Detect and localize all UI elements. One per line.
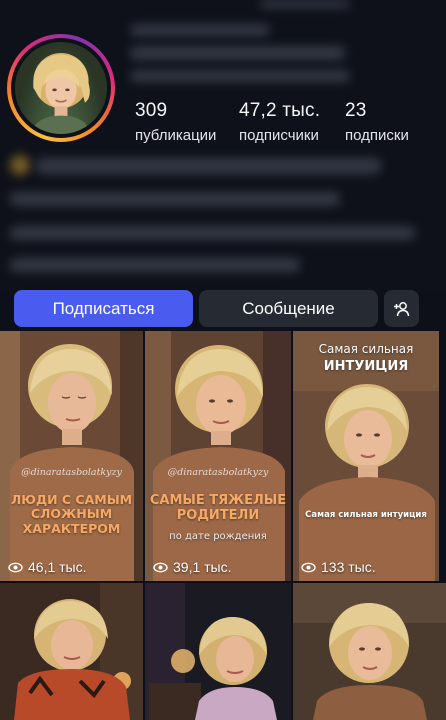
post-thumbnail: [0, 583, 143, 720]
follow-label: Подписаться: [52, 298, 155, 318]
post-caption: Самая сильная интуиция: [305, 510, 427, 520]
stat-following[interactable]: 23 подписки: [345, 100, 409, 144]
following-label: подписки: [345, 127, 409, 144]
post-tile[interactable]: Самая сильная ИНТУИЦИЯ Самая сильная инт…: [293, 331, 439, 581]
followers-label: подписчики: [239, 127, 319, 144]
post-views: 46,1 тыс.: [8, 559, 87, 575]
post-thumbnail: [145, 583, 291, 720]
post-watermark: @dinaratasbolatkyzy: [21, 467, 122, 478]
post-thumbnail: [145, 331, 291, 581]
post-top-caption: Самая сильная ИНТУИЦИЯ: [318, 342, 414, 374]
post-watermark: @dinaratasbolatkyzy: [167, 467, 269, 478]
story-ring[interactable]: [7, 34, 115, 142]
post-tile[interactable]: [0, 583, 143, 720]
followers-count: 47,2 тыс.: [239, 100, 321, 121]
post-subcaption: по дате рождения: [169, 531, 267, 542]
post-caption: САМЫЕ ТЯЖЕЛЫЕ РОДИТЕЛИ: [149, 493, 287, 523]
posts-label: публикации: [135, 127, 217, 144]
post-tile[interactable]: [145, 583, 291, 720]
stat-posts[interactable]: 309 публикации: [135, 100, 216, 144]
post-tile[interactable]: @dinaratasbolatkyzy САМЫЕ ТЯЖЕЛЫЕ РОДИТЕ…: [145, 331, 291, 581]
post-caption: ЛЮДИ С САМЫМ СЛОЖНЫМ ХАРАКТЕРОМ: [10, 492, 133, 536]
follow-button[interactable]: Подписаться: [14, 290, 193, 327]
avatar-photo: [31, 53, 91, 134]
profile-avatar[interactable]: [15, 42, 107, 134]
post-views: 39,1 тыс.: [153, 559, 232, 575]
add-user-icon: [393, 301, 409, 316]
post-thumbnail: [293, 583, 446, 720]
message-label: Сообщение: [242, 298, 335, 318]
post-views: 133 тыс.: [301, 559, 376, 575]
post-thumbnail: [0, 331, 143, 581]
eye-icon: [153, 562, 168, 572]
posts-count: 309: [135, 100, 168, 121]
post-tile[interactable]: @dinaratasbolatkyzy ЛЮДИ С САМЫМ СЛОЖНЫМ…: [0, 331, 143, 581]
eye-icon: [301, 562, 316, 572]
following-count: 23: [345, 100, 367, 121]
post-tile[interactable]: [293, 583, 446, 720]
stat-followers[interactable]: 47,2 тыс. подписчики: [239, 100, 320, 144]
suggest-users-button[interactable]: [384, 290, 419, 327]
profile-header: 309 публикации 47,2 тыс. подписчики 23 п…: [0, 0, 446, 290]
eye-icon: [8, 562, 23, 572]
posts-grid: @dinaratasbolatkyzy ЛЮДИ С САМЫМ СЛОЖНЫМ…: [0, 331, 446, 720]
message-button[interactable]: Сообщение: [199, 290, 378, 327]
